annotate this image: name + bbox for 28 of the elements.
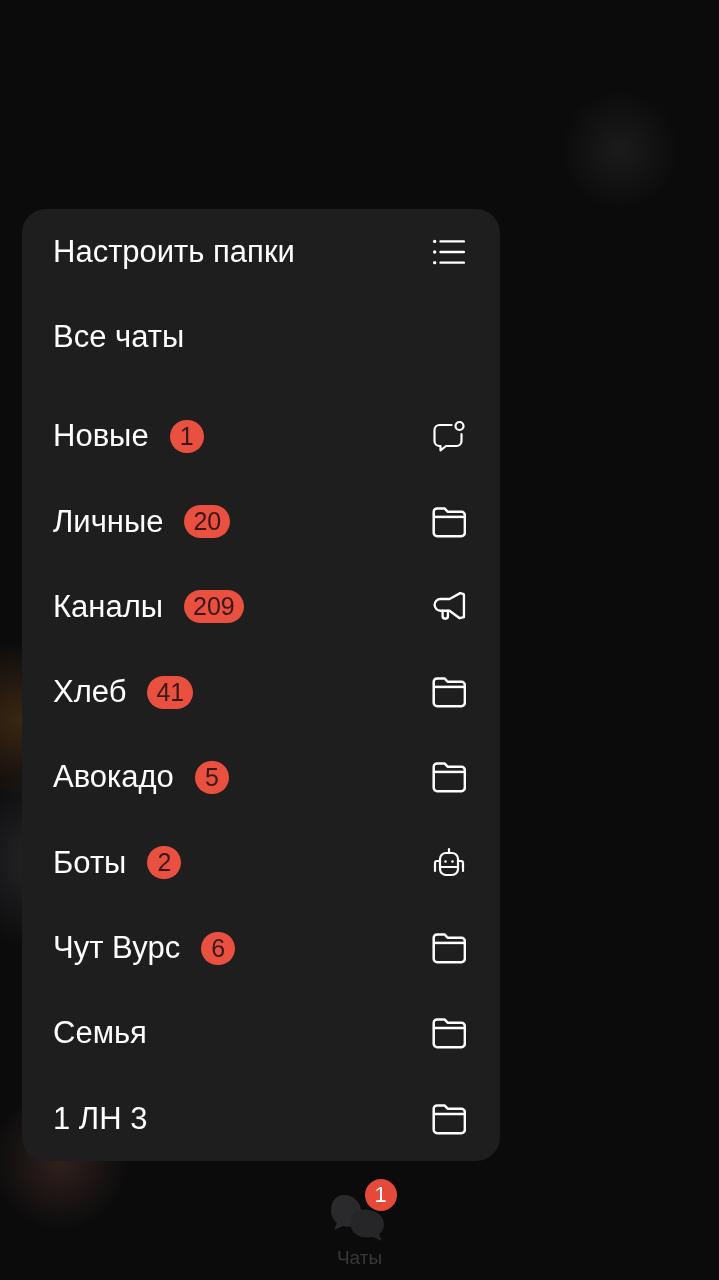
menu-item[interactable]: Авокадо 5 (22, 734, 500, 821)
robot-icon (432, 846, 466, 879)
megaphone-icon (432, 590, 466, 623)
folder-icon (432, 505, 466, 538)
menu-item[interactable]: Все чаты (22, 294, 500, 380)
folder-icon (432, 676, 466, 709)
menu-item[interactable]: 1 ЛН 3 (22, 1075, 500, 1162)
menu-item[interactable]: Настроить папки (22, 209, 500, 295)
count-badge: 1 (169, 419, 204, 453)
menu-item[interactable]: Хлеб 41 (22, 649, 500, 735)
menu-item[interactable]: Личные 20 (22, 478, 500, 565)
chat-bubble-dot-icon (432, 420, 466, 453)
count-badge: 20 (184, 505, 231, 539)
count-badge: 2 (147, 846, 182, 880)
count-badge: 6 (201, 931, 236, 965)
folder-icon (432, 1017, 466, 1050)
menu-item[interactable]: Каналы 209 (22, 564, 500, 650)
menu-item[interactable]: Чут Вурс 6 (22, 905, 500, 991)
count-badge: 41 (147, 675, 194, 709)
folder-icon (432, 1102, 466, 1135)
unread-badge: 1 (364, 1179, 397, 1212)
menu-item[interactable]: Боты 2 (22, 820, 500, 906)
folder-icon (432, 761, 466, 794)
menu-item[interactable]: Семья (22, 990, 500, 1076)
count-badge: 5 (194, 760, 229, 794)
folder-icon (432, 932, 466, 964)
count-badge: 209 (184, 590, 244, 624)
menu-item[interactable]: Новые 1 (22, 393, 500, 479)
